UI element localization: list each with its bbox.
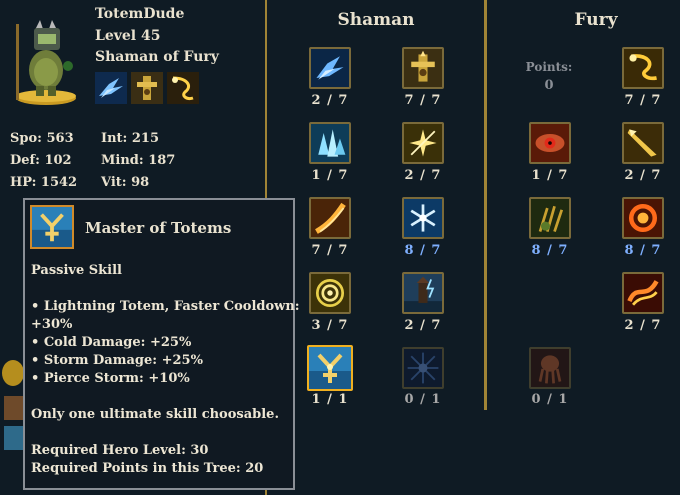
tooltip-note: Only one ultimate skill choosable.	[31, 407, 279, 422]
skill-count: 1 / 7	[531, 168, 569, 183]
snowflake-skill[interactable]	[402, 197, 444, 239]
skill-count: 1 / 7	[311, 168, 349, 183]
skill-count: 3 / 7	[311, 318, 349, 333]
tooltip-effect: • Lightning Totem, Faster Cooldown:	[31, 299, 300, 314]
skill-tooltip: Master of Totems Passive Skill • Lightni…	[23, 198, 300, 490]
stat-hp: HP: 1542	[10, 175, 78, 190]
skill-count: 8 / 7	[531, 243, 569, 258]
stat-def: Def: 102	[10, 153, 72, 168]
stat-mind: Mind: 187	[101, 153, 176, 168]
lightning-totem-skill[interactable]	[402, 47, 444, 89]
flame-slash-skill[interactable]	[309, 197, 351, 239]
hero-portrait	[6, 14, 86, 106]
fury-eye-skill[interactable]	[529, 122, 571, 164]
star-strike-skill[interactable]	[402, 122, 444, 164]
hero-name: TotemDude	[95, 6, 185, 22]
phoenix-skill[interactable]	[622, 272, 664, 314]
tooltip-skill-icon	[30, 205, 74, 249]
stat-spo: Spo: 563	[10, 131, 74, 146]
skill-count: 1 / 1	[311, 392, 349, 407]
stat-vit: Vit: 98	[101, 175, 150, 190]
tooltip-requirement: Required Points in this Tree: 20	[31, 461, 264, 476]
ice-crystal-skill[interactable]	[309, 122, 351, 164]
skill-count: 7 / 7	[404, 93, 442, 108]
locked-burst-skill[interactable]	[402, 347, 444, 389]
skill-count: 2 / 7	[311, 93, 349, 108]
spiral-skill[interactable]	[309, 272, 351, 314]
panel-divider-right	[484, 0, 487, 410]
inventory-item[interactable]	[4, 426, 24, 450]
skill-count: 2 / 7	[404, 168, 442, 183]
points-value: 0	[544, 78, 554, 93]
fire-ring-skill[interactable]	[622, 197, 664, 239]
tooltip-requirement: Required Hero Level: 30	[31, 443, 209, 458]
skill-count: 2 / 7	[624, 318, 662, 333]
tooltip-effect: +30%	[31, 317, 73, 332]
fury-tree-title: Fury	[574, 10, 618, 30]
skill-count: 0 / 1	[531, 392, 569, 407]
storm-tower-skill[interactable]	[402, 272, 444, 314]
hero-level: Level 45	[95, 28, 161, 44]
tooltip-effect: • Cold Damage: +25%	[31, 335, 192, 350]
totem-icon[interactable]	[131, 72, 163, 104]
skill-count: 2 / 7	[624, 168, 662, 183]
ice-shard-skill[interactable]	[309, 47, 351, 89]
inventory-item[interactable]	[4, 396, 24, 420]
ice-shard-icon[interactable]	[95, 72, 127, 104]
skill-count: 8 / 7	[624, 243, 662, 258]
lightning-icon[interactable]	[167, 72, 199, 104]
lightning-bolt-skill[interactable]	[622, 47, 664, 89]
shaman-tree-title: Shaman	[337, 10, 415, 30]
skill-count: 2 / 7	[404, 318, 442, 333]
master-of-totems-skill[interactable]	[307, 345, 353, 391]
inventory-item[interactable]	[2, 360, 24, 386]
stat-int: Int: 215	[101, 131, 159, 146]
tooltip-title: Master of Totems	[85, 219, 232, 237]
tooltip-effect: • Storm Damage: +25%	[31, 353, 203, 368]
locked-squid-skill[interactable]	[529, 347, 571, 389]
skill-count: 0 / 1	[404, 392, 442, 407]
claw-skill[interactable]	[529, 197, 571, 239]
points-label: Points:	[525, 60, 573, 74]
golden-spear-skill[interactable]	[622, 122, 664, 164]
skill-count: 8 / 7	[404, 243, 442, 258]
tooltip-type: Passive Skill	[31, 263, 122, 278]
skill-count: 7 / 7	[624, 93, 662, 108]
equipped-skills	[95, 72, 203, 105]
hero-class: Shaman of Fury	[95, 49, 219, 65]
tooltip-effect: • Pierce Storm: +10%	[31, 371, 190, 386]
skill-count: 7 / 7	[311, 243, 349, 258]
